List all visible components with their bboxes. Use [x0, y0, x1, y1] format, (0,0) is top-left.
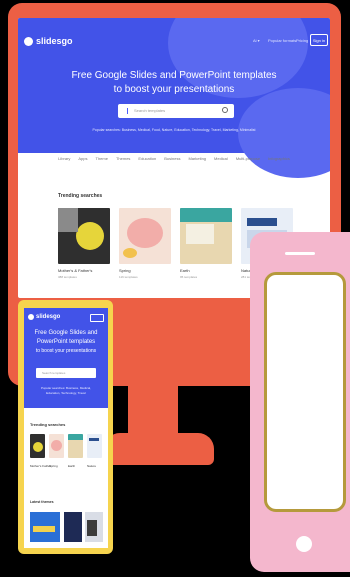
- category-tab[interactable]: Business: [164, 156, 180, 166]
- nav-item-pricing[interactable]: Pricing: [296, 38, 308, 43]
- tablet-latest-thumb[interactable]: [64, 512, 82, 542]
- search-placeholder: Search templates: [134, 108, 166, 113]
- tablet-headline: PowerPoint templates: [36, 339, 96, 345]
- popular-searches: Popular searches: Business, Medical, Foo…: [92, 128, 256, 132]
- hero-banner: slidesgo Ai ▾ Popular formats Pricing Si…: [18, 18, 330, 178]
- category-tab[interactable]: Infographics: [268, 156, 290, 166]
- tablet-trending-thumb[interactable]: [87, 434, 102, 458]
- category-tab[interactable]: Library: [58, 156, 70, 166]
- tablet-trending-label: Mother's Father: [30, 464, 51, 468]
- monitor-stand-neck: [128, 385, 178, 435]
- category-bar: Library Apps Theme Themes Education Business M…: [18, 156, 330, 166]
- category-tab[interactable]: Medical: [214, 156, 228, 166]
- trending-title: Trending searches: [58, 193, 103, 199]
- trending-thumb[interactable]: [58, 208, 110, 264]
- trending-thumb[interactable]: [119, 208, 171, 264]
- search-input[interactable]: Search templates: [118, 104, 234, 118]
- tablet-latest-title: Latest themes: [30, 500, 54, 504]
- logo-icon: [28, 314, 34, 320]
- menu-icon[interactable]: [90, 314, 104, 322]
- trending-label: Mother's & Father's: [58, 268, 93, 273]
- tablet-trending-label: Spring: [49, 464, 58, 468]
- tablet-trending-label: Nature: [87, 464, 97, 468]
- phone-screen: [264, 272, 346, 512]
- tablet-popular: Education, Technology, Travel: [46, 391, 86, 395]
- category-tab[interactable]: Multi-purpose: [236, 156, 260, 166]
- hero-headline: Free Google Slides and PowerPoint templa…: [71, 70, 277, 81]
- tablet-trending-thumb[interactable]: [30, 434, 45, 458]
- phone-speaker: [285, 252, 315, 255]
- sign-in-button[interactable]: Sign in: [310, 34, 328, 46]
- tablet-latest-thumb[interactable]: [30, 512, 60, 542]
- tablet-latest-thumb[interactable]: [85, 512, 103, 542]
- hero-subheadline: to boost your presentations: [113, 84, 235, 95]
- tablet-search-input[interactable]: Search templates: [36, 368, 96, 378]
- tablet-trending-label: Earth: [68, 464, 76, 468]
- logo-icon: [24, 36, 33, 46]
- tablet-hero: slidesgo Free Google Slides and PowerPoi…: [24, 308, 108, 408]
- nav-item-ai[interactable]: Ai ▾: [253, 38, 260, 43]
- category-tab[interactable]: Marketing: [188, 156, 206, 166]
- phone-home-button[interactable]: [296, 536, 312, 552]
- category-tab[interactable]: Theme: [96, 156, 108, 166]
- category-tab[interactable]: Themes: [116, 156, 130, 166]
- trending-label: Spring: [119, 268, 131, 273]
- trending-thumb[interactable]: [180, 208, 232, 264]
- monitor-stand-base: [104, 433, 214, 465]
- tablet-trending-title: Trending searches: [30, 422, 66, 427]
- trending-count: 388 templates: [58, 275, 77, 279]
- tablet-trending-thumb[interactable]: [49, 434, 64, 458]
- text-cursor: [127, 108, 128, 114]
- tablet-trending-thumb[interactable]: [68, 434, 83, 458]
- category-tab[interactable]: Apps: [78, 156, 87, 166]
- search-placeholder: Search templates: [42, 371, 66, 375]
- tablet-subheadline: to boost your presentations: [35, 348, 97, 354]
- site-logo[interactable]: slidesgo: [24, 36, 73, 46]
- trending-count: 95 templates: [180, 275, 198, 279]
- tablet-logo[interactable]: slidesgo: [28, 314, 60, 320]
- tablet-headline: Free Google Slides and: [34, 330, 98, 336]
- trending-label: Earth: [180, 268, 190, 273]
- tablet-screen: slidesgo Free Google Slides and PowerPoi…: [24, 308, 108, 548]
- nav-item-popular[interactable]: Popular formats: [268, 38, 296, 43]
- search-icon[interactable]: [222, 107, 228, 113]
- tablet-popular: Popular searches: Business, Medical,: [40, 386, 92, 390]
- category-tab[interactable]: Education: [138, 156, 156, 166]
- trending-count: 116 templates: [119, 275, 138, 279]
